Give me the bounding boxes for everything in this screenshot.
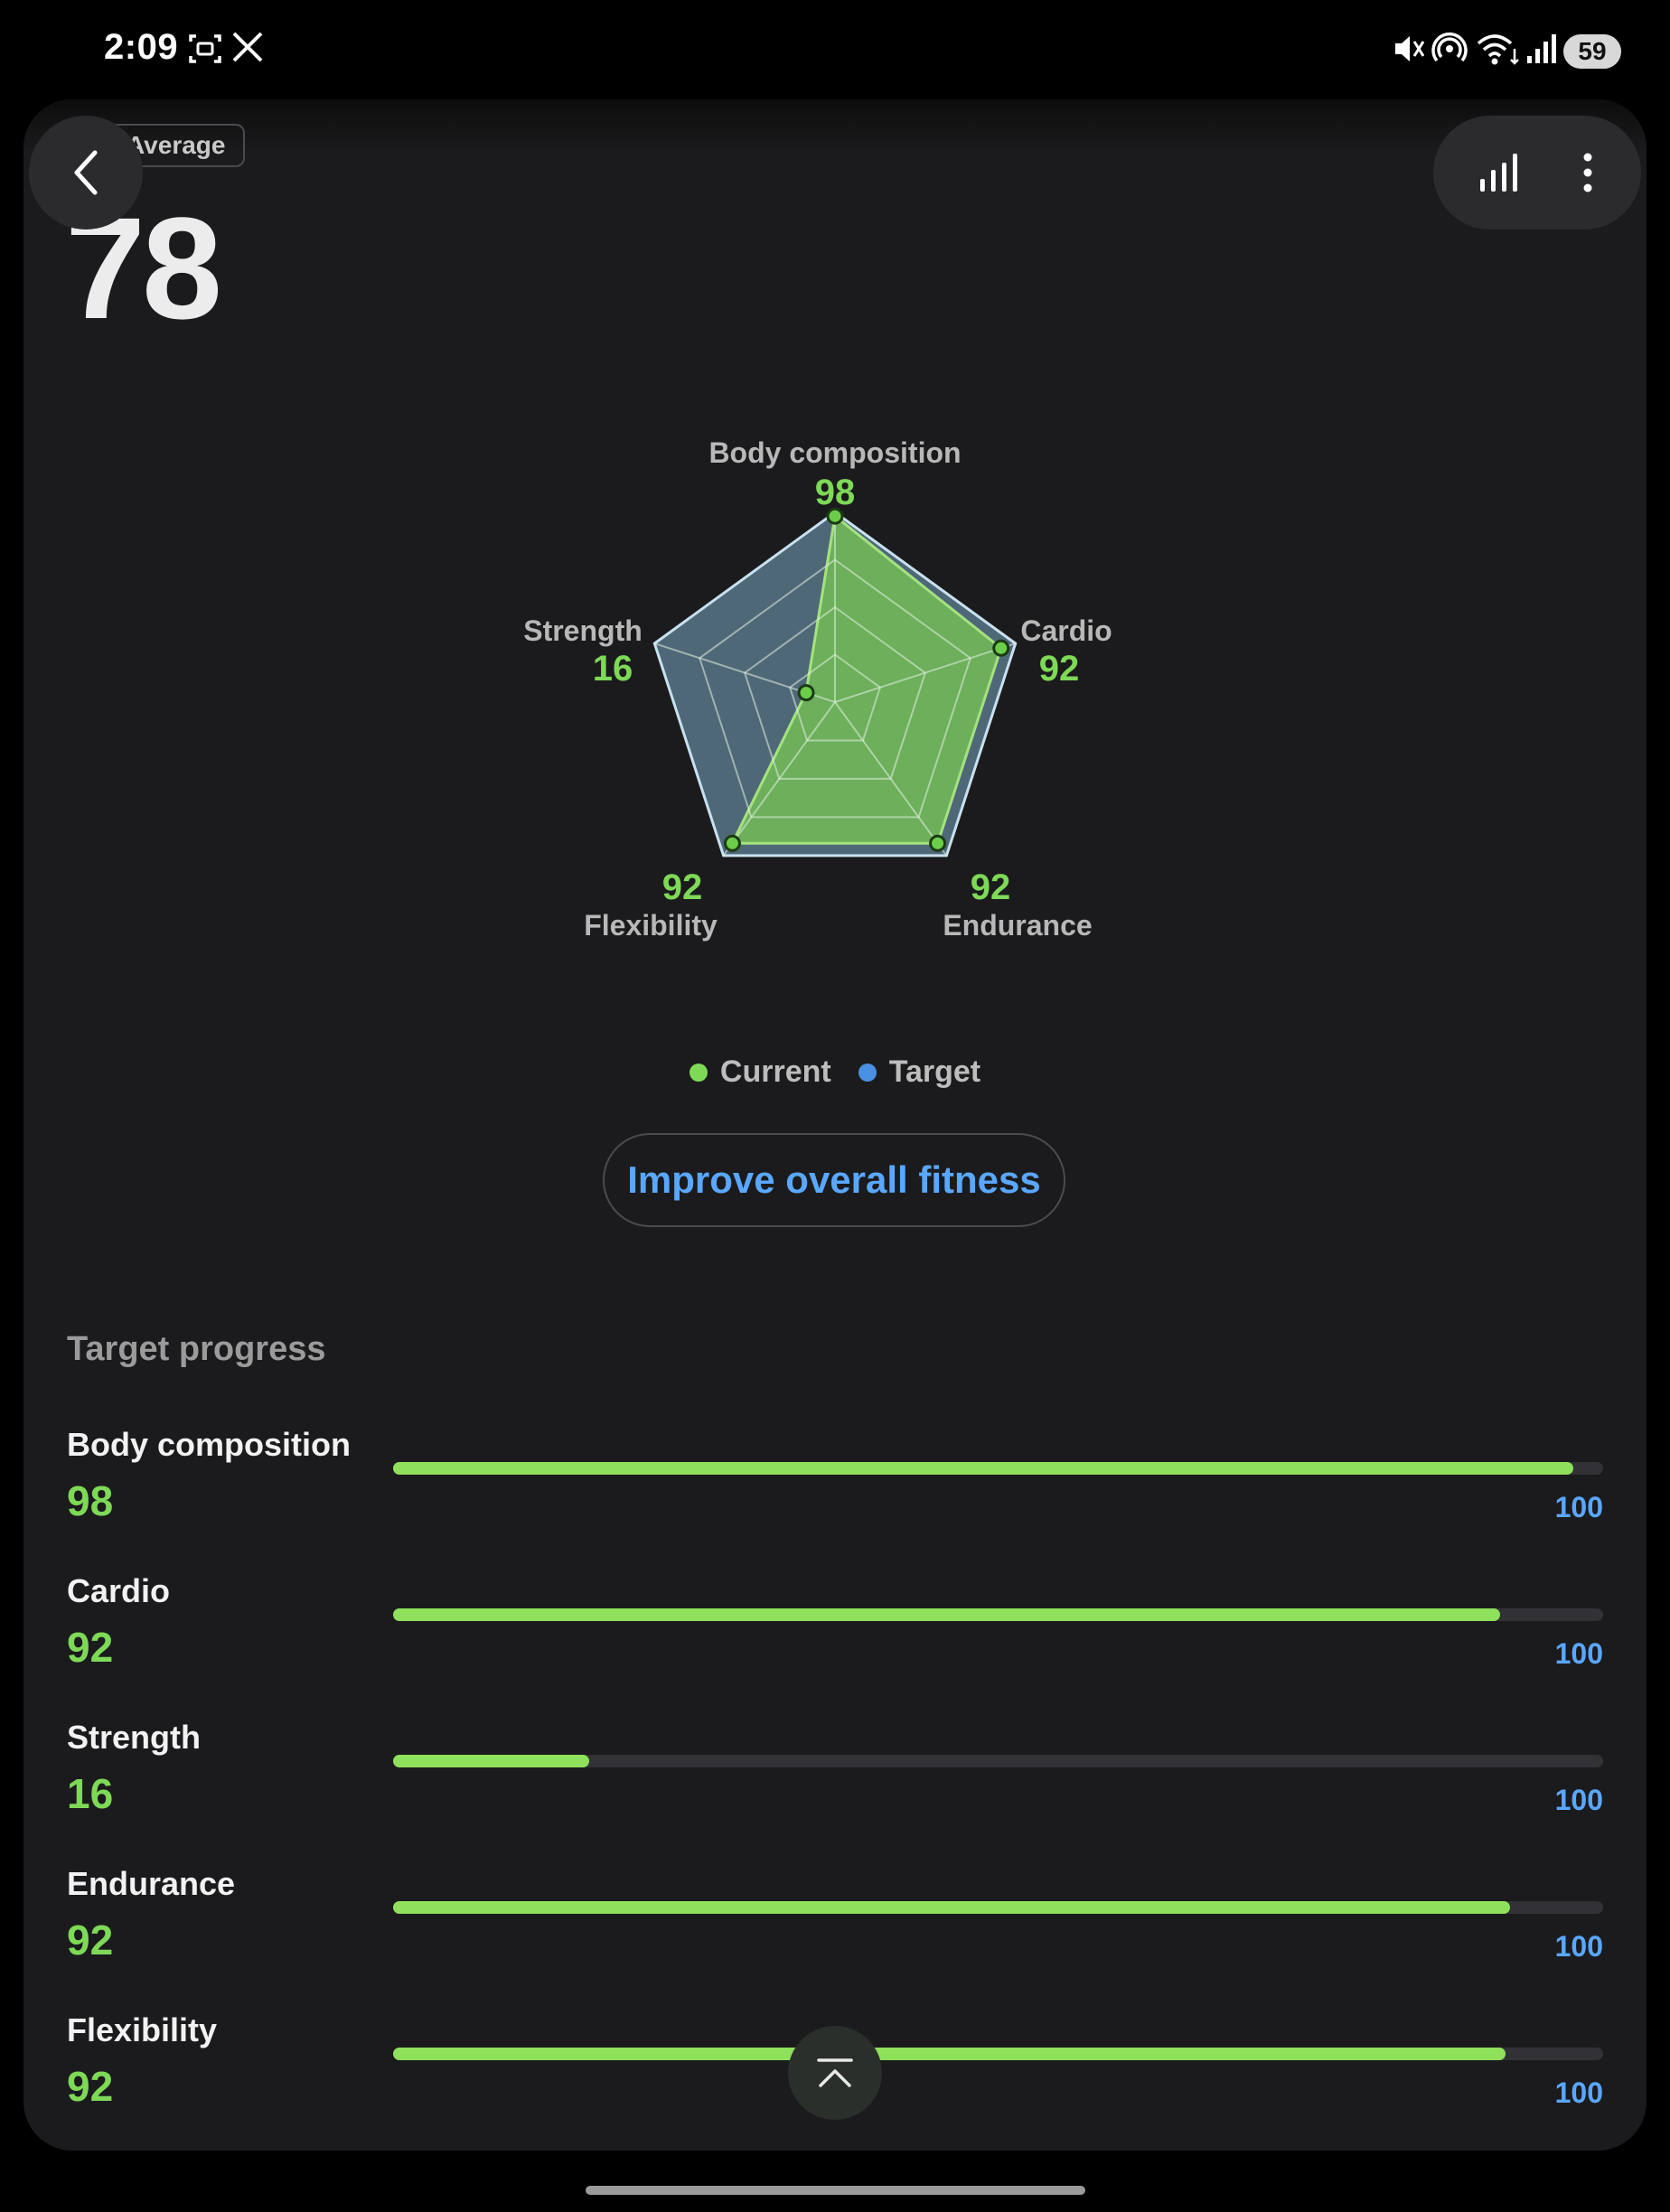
progress-value: 92 — [67, 1917, 114, 1964]
radar-axis-label-flexibility: Flexibility — [584, 909, 718, 942]
radar-point-cardio — [992, 639, 1010, 657]
radar-axis-value-strength: 16 — [592, 649, 633, 689]
legend-target-dot — [858, 1063, 877, 1082]
improve-fitness-button[interactable]: Improve overall fitness — [603, 1133, 1065, 1227]
progress-value: 98 — [67, 1477, 114, 1524]
progress-fill — [393, 1608, 1501, 1621]
progress-label: Cardio — [67, 1572, 171, 1609]
progress-row-cardio: Cardio 92 100 — [0, 1572, 1670, 1708]
progress-target: 100 — [1554, 1637, 1603, 1670]
radar-axis-label-body-composition: Body composition — [708, 436, 962, 469]
target-progress-title: Target progress — [67, 1330, 326, 1368]
progress-label: Flexibility — [67, 2011, 218, 2048]
progress-fill — [393, 2048, 1506, 2060]
radar-point-strength — [797, 684, 815, 702]
progress-track — [393, 1608, 1603, 1621]
radar-axis-label-strength: Strength — [523, 614, 643, 647]
progress-target: 100 — [1554, 1491, 1603, 1523]
legend-target: Target — [858, 1054, 980, 1090]
progress-target: 100 — [1554, 1930, 1603, 1963]
scroll-to-top-button[interactable] — [788, 2026, 882, 2120]
progress-track — [393, 1755, 1603, 1767]
progress-track — [393, 1462, 1603, 1475]
radar-point-endurance — [929, 834, 947, 852]
home-indicator — [586, 2186, 1085, 2195]
progress-fill — [393, 1755, 589, 1767]
progress-row-strength: Strength 16 100 — [0, 1719, 1670, 1854]
progress-target: 100 — [1554, 2076, 1603, 2109]
progress-track — [393, 1901, 1603, 1914]
legend-current: Current — [689, 1054, 831, 1090]
progress-label: Body composition — [67, 1426, 351, 1463]
radar-axis-value-cardio: 92 — [1038, 649, 1080, 689]
progress-label: Strength — [67, 1719, 201, 1756]
progress-target: 100 — [1554, 1784, 1603, 1816]
progress-row-body-composition: Body composition 98 100 — [0, 1426, 1670, 1561]
chevron-up-icon — [817, 2058, 853, 2087]
progress-value: 16 — [67, 1770, 114, 1817]
legend-current-label: Current — [719, 1054, 831, 1089]
radar-point-flexibility — [723, 834, 741, 852]
progress-row-endurance: Endurance 92 100 — [0, 1865, 1670, 2001]
radar-axis-label-cardio: Cardio — [1020, 614, 1112, 647]
progress-fill — [393, 1462, 1573, 1475]
radar-axis-value-body-composition: 98 — [814, 473, 856, 512]
progress-value: 92 — [67, 1624, 114, 1671]
radar-axis-value-flexibility: 92 — [661, 867, 703, 907]
progress-track — [393, 2048, 1603, 2060]
radar-axis-label-endurance: Endurance — [943, 909, 1093, 942]
progress-value: 92 — [67, 2063, 114, 2110]
chart-legend: Current Target — [0, 1054, 1670, 1090]
legend-target-label: Target — [888, 1054, 981, 1089]
progress-fill — [393, 1901, 1510, 1914]
progress-label: Endurance — [67, 1865, 236, 1902]
legend-current-dot — [689, 1063, 708, 1082]
radar-axis-value-endurance: 92 — [970, 867, 1011, 907]
radar-chart — [652, 507, 1018, 858]
